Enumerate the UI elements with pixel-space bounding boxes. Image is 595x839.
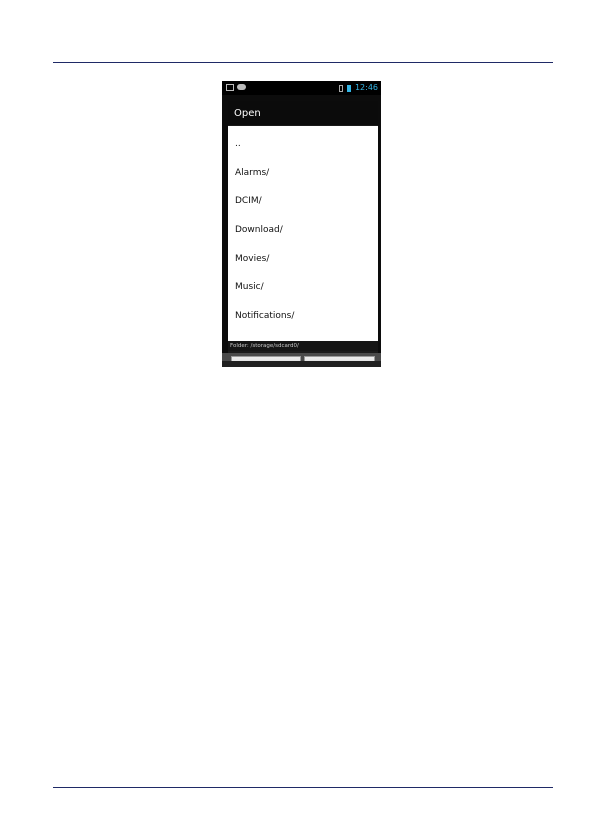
list-item-alarms[interactable]: Alarms/ — [228, 159, 378, 188]
status-clock: 12:46 — [354, 83, 378, 92]
list-item-music[interactable]: Music/ — [228, 273, 378, 302]
list-item-download[interactable]: Download/ — [228, 216, 378, 245]
list-item-dcim[interactable]: DCIM/ — [228, 187, 378, 216]
battery-icon — [346, 84, 351, 92]
footer-rule — [53, 787, 553, 788]
list-item-parent[interactable]: .. — [228, 130, 378, 159]
header-rule — [53, 62, 553, 63]
status-icons-left — [226, 84, 246, 91]
list-item-movies[interactable]: Movies/ — [228, 245, 378, 274]
image-icon — [226, 84, 234, 91]
folder-path: Folder: /storage/sdcard0/ — [228, 341, 378, 351]
chat-icon — [237, 84, 246, 90]
list-item-notifications[interactable]: Notifications/ — [228, 302, 378, 331]
status-bar: 12:46 — [222, 81, 381, 95]
sim-icon — [338, 84, 343, 92]
phone-screenshot: 12:46 Open .. Alarms/ DCIM/ Download/ Mo… — [222, 81, 381, 367]
open-dialog: Open .. Alarms/ DCIM/ Download/ Movies/ … — [222, 101, 381, 367]
phone-bottom-edge — [222, 361, 381, 367]
dialog-title: Open — [228, 101, 378, 125]
status-icons-right: 12:46 — [338, 81, 378, 95]
folder-list[interactable]: .. Alarms/ DCIM/ Download/ Movies/ Music… — [228, 126, 378, 341]
